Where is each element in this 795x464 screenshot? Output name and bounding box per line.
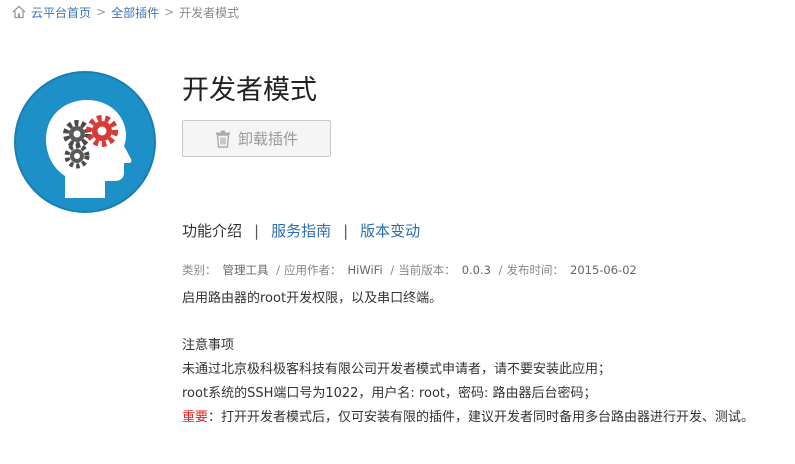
breadcrumb-separator: > [96, 5, 107, 19]
notes-line: 未通过北京极科极客科技有限公司开发者模式申请者，请不要安装此应用； [182, 362, 612, 377]
plugin-description: 启用路由器的root开发权限，以及串口终端。 [182, 291, 443, 306]
version-label: 当前版本： [398, 263, 456, 277]
plugin-tabs: 功能介绍 | 服务指南 | 版本变动 [182, 220, 420, 241]
tab-features[interactable]: 功能介绍 [182, 220, 242, 241]
date-label: 发布时间： [506, 263, 565, 277]
notes-heading: 注意事项 [182, 338, 235, 353]
version-value: 0.0.3 [461, 263, 491, 277]
category-value: 管理工具 [222, 263, 269, 277]
tab-version-changes[interactable]: 版本变动 [360, 220, 420, 241]
meta-separator: / [276, 263, 281, 277]
head-gears-icon [14, 71, 156, 213]
home-icon[interactable] [12, 5, 26, 19]
meta-separator: / [498, 263, 503, 277]
notes-section: 注意事项 未通过北京极科极客科技有限公司开发者模式申请者，请不要安装此应用； r… [182, 334, 754, 430]
author-value: HiWiFi [347, 263, 383, 277]
breadcrumb: 云平台首页 > 全部插件 > 开发者模式 [12, 4, 239, 20]
date-value: 2015-06-02 [570, 263, 637, 277]
breadcrumb-home-link[interactable]: 云平台首页 [31, 4, 91, 21]
tab-service-guide[interactable]: 服务指南 [271, 220, 331, 241]
notes-line-important: 重要：打开开发者模式后，仅可安装有限的插件，建议开发者同时备用多台路由器进行开发… [182, 406, 754, 430]
breadcrumb-current: 开发者模式 [179, 5, 240, 20]
page-title: 开发者模式 [182, 75, 317, 106]
plugin-meta: 类别： 管理工具 / 应用作者： HiWiFi / 当前版本： 0.0.3 /发布时间： 2… [182, 262, 637, 278]
important-label: 重要 [182, 410, 209, 425]
important-text: ：打开开发者模式后，仅可安装有限的插件，建议开发者同时备用多台路由器进行开发、测… [208, 410, 755, 425]
breadcrumb-separator: > [164, 5, 175, 19]
tab-divider: | [343, 221, 349, 240]
trash-icon [215, 130, 230, 148]
category-label: 类别： [182, 263, 217, 277]
uninstall-button-label: 卸载插件 [237, 130, 298, 148]
breadcrumb-all-plugins-link[interactable]: 全部插件 [111, 4, 159, 21]
notes-line: root系统的SSH端口号为1022，用户名: root，密码: 路由器后台密码… [182, 386, 597, 401]
meta-separator: / [390, 263, 395, 277]
tab-divider: | [254, 221, 260, 240]
author-label: 应用作者： [284, 263, 342, 277]
uninstall-plugin-button[interactable]: 卸载插件 [182, 120, 331, 157]
